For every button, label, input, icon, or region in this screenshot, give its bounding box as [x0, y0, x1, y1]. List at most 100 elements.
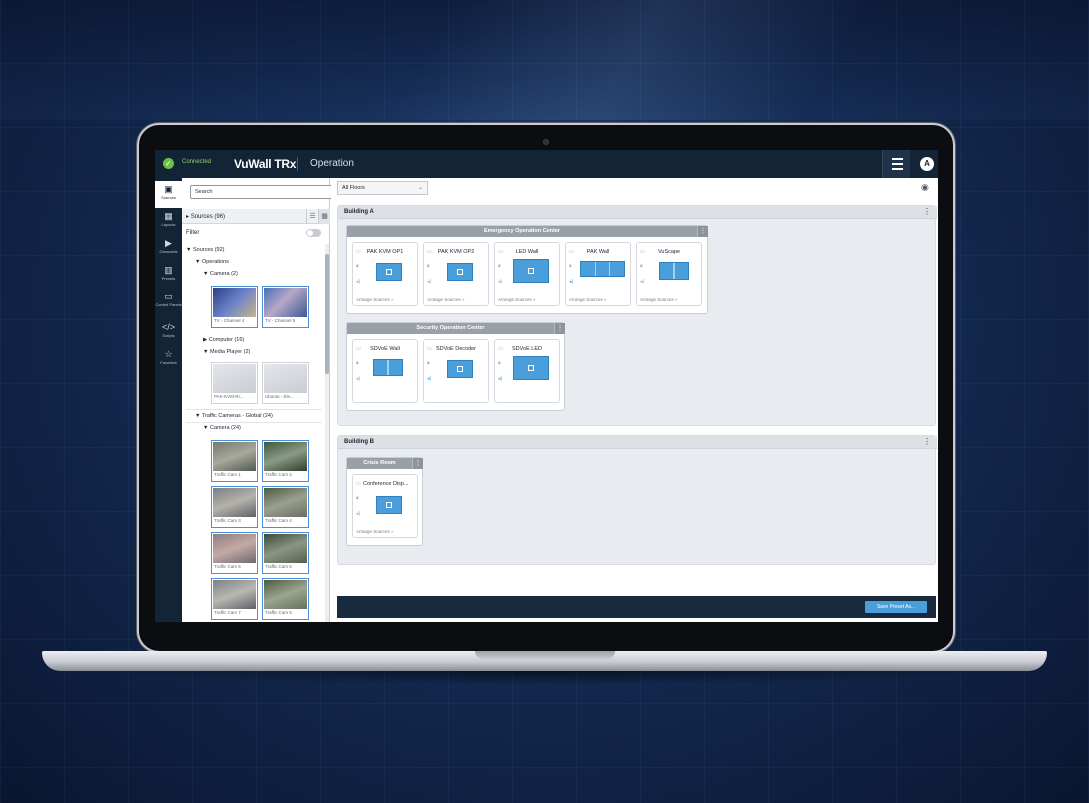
- arrange-sources-link[interactable]: Arrange Sources »: [640, 297, 678, 302]
- display-screen[interactable]: [659, 262, 689, 280]
- laptop-notch: [475, 651, 615, 659]
- display-card[interactable]: VuScape ▭ 🔒︎ ◂) Arrange Sources »: [636, 242, 702, 306]
- divider: [186, 409, 322, 410]
- display-screen[interactable]: [376, 496, 402, 514]
- search-placeholder: Search: [195, 189, 213, 195]
- kebab-menu-icon[interactable]: ⋮: [923, 207, 931, 216]
- rail-item-favorites[interactable]: ☆ Favorites: [155, 346, 182, 373]
- volume-icon[interactable]: ◂): [356, 511, 360, 517]
- source-thumb[interactable]: Traffic Cam 8: [262, 578, 309, 620]
- display-card[interactable]: SDVoE LED ▭ 🔒︎ ◂): [494, 339, 560, 403]
- video-wall-screen[interactable]: [580, 261, 625, 277]
- lock-icon[interactable]: 🔒︎: [569, 263, 572, 269]
- volume-icon[interactable]: ◂): [640, 279, 644, 285]
- source-thumb[interactable]: TV - Channel 5: [262, 286, 309, 328]
- thumb-caption: TV - Channel 4: [214, 318, 245, 323]
- tree-traffic-cameras[interactable]: ▼ Traffic Cameras - Global (24): [195, 413, 273, 419]
- sources-count[interactable]: ▸ Sources (96): [186, 213, 225, 220]
- kebab-menu-icon[interactable]: ⋮: [554, 323, 565, 334]
- display-screen[interactable]: [376, 263, 402, 281]
- rail-item-presets[interactable]: ▥ Presets: [155, 262, 182, 289]
- volume-icon[interactable]: ◂): [427, 279, 431, 285]
- chevron-down-icon: ⌄: [417, 185, 423, 191]
- background-light: [385, 0, 875, 120]
- arrange-sources-link[interactable]: Arrange Sources »: [356, 297, 394, 302]
- hamburger-menu-button[interactable]: [882, 150, 910, 178]
- source-thumb[interactable]: Traffic Cam 7: [211, 578, 258, 620]
- source-thumb[interactable]: Ubuntu - Ele...: [262, 362, 309, 404]
- grid-view-icon[interactable]: ▦: [318, 209, 330, 224]
- display-screen[interactable]: [447, 360, 473, 378]
- video-wall-screen[interactable]: [373, 359, 403, 376]
- rail-item-scripts[interactable]: </> Scripts: [155, 319, 182, 346]
- lock-icon[interactable]: 🔒︎: [356, 263, 359, 269]
- lock-icon[interactable]: 🔒︎: [498, 360, 501, 366]
- rail-item-carousels[interactable]: ▶ Carousels: [155, 235, 182, 262]
- display-name: SDVoE Wall: [370, 346, 400, 352]
- scrollbar-thumb[interactable]: [325, 254, 329, 374]
- display-card[interactable]: SDVoE Decoder ▭ 🔒︎ ◂): [423, 339, 489, 403]
- filter-toggle[interactable]: [306, 229, 321, 237]
- arrange-sources-link[interactable]: Arrange Sources »: [498, 297, 536, 302]
- kebab-menu-icon[interactable]: ⋮: [697, 226, 708, 237]
- scripts-icon: </>: [161, 322, 175, 332]
- search-input[interactable]: Search ⌕: [190, 185, 349, 199]
- arrange-sources-link[interactable]: Arrange Sources »: [569, 297, 607, 302]
- lock-icon[interactable]: 🔒︎: [356, 360, 359, 366]
- scrollbar[interactable]: [325, 244, 329, 622]
- volume-icon[interactable]: ◂): [356, 376, 360, 382]
- tree-computer[interactable]: ▶ Computer (16): [203, 337, 244, 343]
- list-view-icon[interactable]: ☰: [306, 209, 318, 224]
- display-screen[interactable]: [513, 356, 549, 380]
- webcam: [543, 139, 549, 145]
- eye-icon[interactable]: ◉: [921, 182, 929, 193]
- tree-label: Camera (2): [209, 271, 238, 277]
- lock-icon[interactable]: 🔒︎: [356, 495, 359, 501]
- source-thumb[interactable]: PAK-KVM-Ri...: [211, 362, 258, 404]
- display-card[interactable]: LED Wall ▭ 🔒︎ ◂) Arrange Sources »: [494, 242, 560, 306]
- arrange-sources-link[interactable]: Arrange Sources »: [356, 529, 394, 534]
- tree-camera[interactable]: ▼ Camera (2): [203, 271, 238, 277]
- thumb-caption: PAK-KVM-Ri...: [214, 394, 244, 399]
- rail-label: Scripts: [162, 333, 175, 338]
- volume-icon[interactable]: ◂): [569, 279, 573, 285]
- volume-icon[interactable]: ◂): [498, 376, 502, 382]
- kebab-menu-icon[interactable]: ⋮: [923, 437, 931, 446]
- display-card[interactable]: Conference Disp... ▭ 🔒︎ ◂) Arrange Sourc…: [352, 474, 418, 538]
- kebab-menu-icon[interactable]: ⋮: [412, 458, 423, 469]
- tree-media-player[interactable]: ▼ Media Player (2): [203, 349, 250, 355]
- source-icon: [528, 365, 534, 371]
- volume-icon[interactable]: ◂): [356, 279, 360, 285]
- thumb-image: [213, 364, 256, 393]
- display-card[interactable]: PAK Wall ▭ 🔒︎ ◂) Arrange Sources »: [565, 242, 631, 306]
- lock-icon[interactable]: 🔒︎: [427, 360, 430, 366]
- display-card[interactable]: PAK KVM OP2 ▭ 🔒︎ ◂) Arrange Sources »: [423, 242, 489, 306]
- display-card[interactable]: PAK KVM OP1 ▭ 🔒︎ ◂) Arrange Sources »: [352, 242, 418, 306]
- tree-traffic-camera[interactable]: ▼ Camera (24): [203, 425, 241, 431]
- save-preset-button[interactable]: Save Preset As...: [865, 601, 927, 613]
- source-thumb[interactable]: Traffic Cam 1: [211, 440, 258, 482]
- source-thumb[interactable]: TV - Channel 4: [211, 286, 258, 328]
- source-thumb[interactable]: Traffic Cam 4: [262, 486, 309, 528]
- source-thumb[interactable]: Traffic Cam 3: [211, 486, 258, 528]
- rail-item-control-panels[interactable]: ▭ Control Panels: [155, 288, 182, 315]
- source-thumb[interactable]: Traffic Cam 6: [262, 532, 309, 574]
- display-name: PAK KVM OP1: [366, 249, 404, 255]
- display-screen[interactable]: [513, 259, 549, 283]
- user-avatar[interactable]: A: [920, 157, 934, 171]
- lock-icon[interactable]: 🔒︎: [640, 263, 643, 269]
- volume-icon[interactable]: ◂): [498, 279, 502, 285]
- volume-icon[interactable]: ◂): [427, 376, 431, 382]
- display-screen[interactable]: [447, 263, 473, 281]
- source-thumb[interactable]: Traffic Cam 5: [211, 532, 258, 574]
- source-thumb[interactable]: Traffic Cam 2: [262, 440, 309, 482]
- lock-icon[interactable]: 🔒︎: [427, 263, 430, 269]
- lock-icon[interactable]: 🔒︎: [498, 263, 501, 269]
- floor-select[interactable]: All Floors ⌄: [337, 181, 428, 195]
- arrange-sources-link[interactable]: Arrange Sources »: [427, 297, 465, 302]
- display-card[interactable]: SDVoE Wall ▭ 🔒︎ ◂): [352, 339, 418, 403]
- rail-item-sources[interactable]: ▣ Sources: [155, 181, 182, 208]
- tree-operations[interactable]: ▼ Operations: [195, 259, 229, 265]
- tree-root[interactable]: ▼ Sources (92): [186, 247, 224, 253]
- rail-item-layouts[interactable]: ▦ Layouts: [155, 208, 182, 235]
